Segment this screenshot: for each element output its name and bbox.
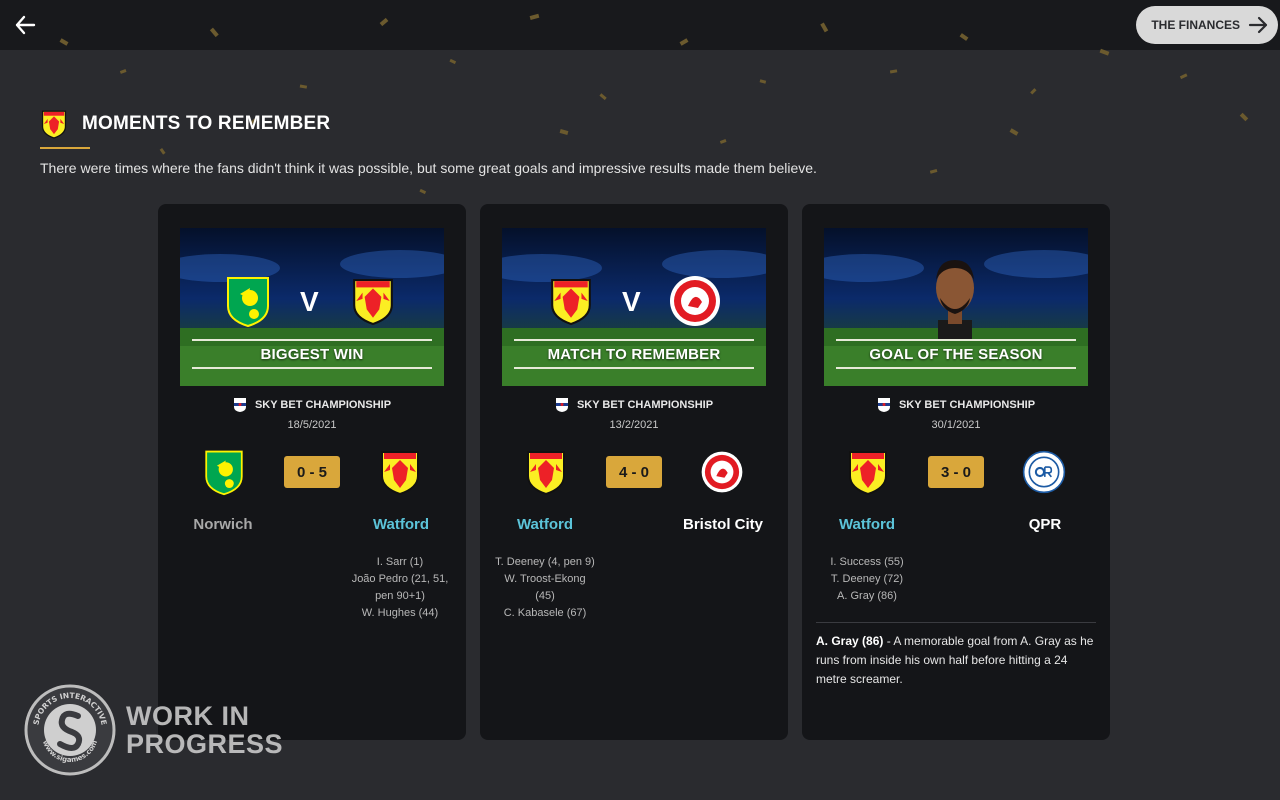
section-header: MOMENTS TO REMEMBER [40,108,330,140]
banner-label: GOAL OF THE SEASON [836,339,1076,369]
watford-crest-icon [551,279,591,326]
away-scorers: I. Sarr (1) João Pedro (21, 51, pen 90+1… [350,554,450,622]
away-team-name[interactable]: QPR [980,516,1110,533]
card-banner: V MATCH TO REMEMBER [502,228,766,386]
scorer-line: T. Deeney (72) [830,573,904,585]
intro-text: There were times where the fans didn't t… [40,160,817,176]
scorer-line: I. Success (55) [830,556,904,568]
banner-label: MATCH TO REMEMBER [514,339,754,369]
scorer-line: C. Kabasele (67) [503,607,587,619]
norwich-crest-icon [205,450,243,496]
divider [816,622,1096,623]
championship-logo-icon [555,398,568,412]
sports-interactive-logo-icon: SPORTS INTERACTIVE www.sigames.com [24,684,116,776]
watford-crest-icon [381,451,419,496]
arrow-left-icon [15,15,36,35]
moment-card-match-to-remember[interactable]: V MATCH TO REMEMBER SKY BET CHAMPIONSHIP… [480,204,788,740]
competition-name: SKY BET CHAMPIONSHIP [576,399,714,411]
goal-description-scorer: A. Gray (86) [816,634,884,648]
goal-description: A. Gray (86) - A memorable goal from A. … [816,632,1096,689]
competition: SKY BET CHAMPIONSHIP [158,397,466,413]
card-banner: GOAL OF THE SEASON [824,228,1088,386]
competition: SKY BET CHAMPIONSHIP [802,397,1110,413]
card-banner: V BIGGEST WIN [180,228,444,386]
arrow-right-icon [1248,16,1268,34]
scorer-line: I. Sarr (1) [376,556,424,568]
home-scorers: I. Success (55) T. Deeney (72) A. Gray (… [817,554,917,605]
page-title: MOMENTS TO REMEMBER [82,113,331,134]
competition-name: SKY BET CHAMPIONSHIP [254,399,392,411]
bristol-city-crest-icon [701,451,743,493]
watermark-text: WORK IN PROGRESS [126,702,283,758]
match-date: 30/1/2021 [931,419,981,431]
moment-card-goal-of-the-season[interactable]: GOAL OF THE SEASON SKY BET CHAMPIONSHIP … [802,204,1110,740]
versus-label: V [300,286,319,317]
scorer-line: W. Hughes (44) [361,607,439,619]
next-section-button[interactable]: THE FINANCES [1136,6,1278,44]
score-badge: 4 - 0 [606,456,662,488]
back-button[interactable] [10,10,40,40]
championship-logo-icon [877,398,890,412]
home-team-name[interactable]: Watford [802,516,932,533]
moment-card-biggest-win[interactable]: V BIGGEST WIN SKY BET CHAMPIONSHIP 18/5/… [158,204,466,740]
competition: SKY BET CHAMPIONSHIP [480,397,788,413]
home-scorers: T. Deeney (4, pen 9) W. Troost-Ekong (45… [495,554,595,622]
away-team-name[interactable]: Bristol City [658,516,788,533]
match-date: 18/5/2021 [287,419,337,431]
scorer-line: João Pedro (21, 51, pen 90+1) [351,573,449,602]
bristol-city-crest-icon [670,276,720,326]
next-section-label: THE FINANCES [1151,18,1240,32]
home-team-name[interactable]: Norwich [158,516,288,533]
top-bar: THE FINANCES [0,0,1280,50]
norwich-crest-icon [227,277,269,328]
championship-logo-icon [233,398,246,412]
watford-crest-icon [527,451,565,496]
score-badge: 0 - 5 [284,456,340,488]
versus-label: V [622,286,641,317]
player-portrait-icon [936,260,974,340]
work-in-progress-watermark: SPORTS INTERACTIVE www.sigames.com WORK … [24,684,283,776]
competition-name: SKY BET CHAMPIONSHIP [898,399,1036,411]
scorer-line: T. Deeney (4, pen 9) [495,556,595,568]
qpr-crest-icon [1022,450,1066,494]
scorer-line: A. Gray (86) [837,590,897,602]
watermark-line-1: WORK IN [126,701,250,731]
watford-crest-icon [849,451,887,496]
watford-crest-icon [41,110,67,139]
score-badge: 3 - 0 [928,456,984,488]
title-underline [40,147,90,149]
match-date: 13/2/2021 [609,419,659,431]
scorer-line: W. Troost-Ekong (45) [504,573,586,602]
watford-crest-icon [353,279,393,326]
watermark-line-2: PROGRESS [126,729,284,759]
banner-label: BIGGEST WIN [192,339,432,369]
away-team-name[interactable]: Watford [336,516,466,533]
home-team-name[interactable]: Watford [480,516,610,533]
